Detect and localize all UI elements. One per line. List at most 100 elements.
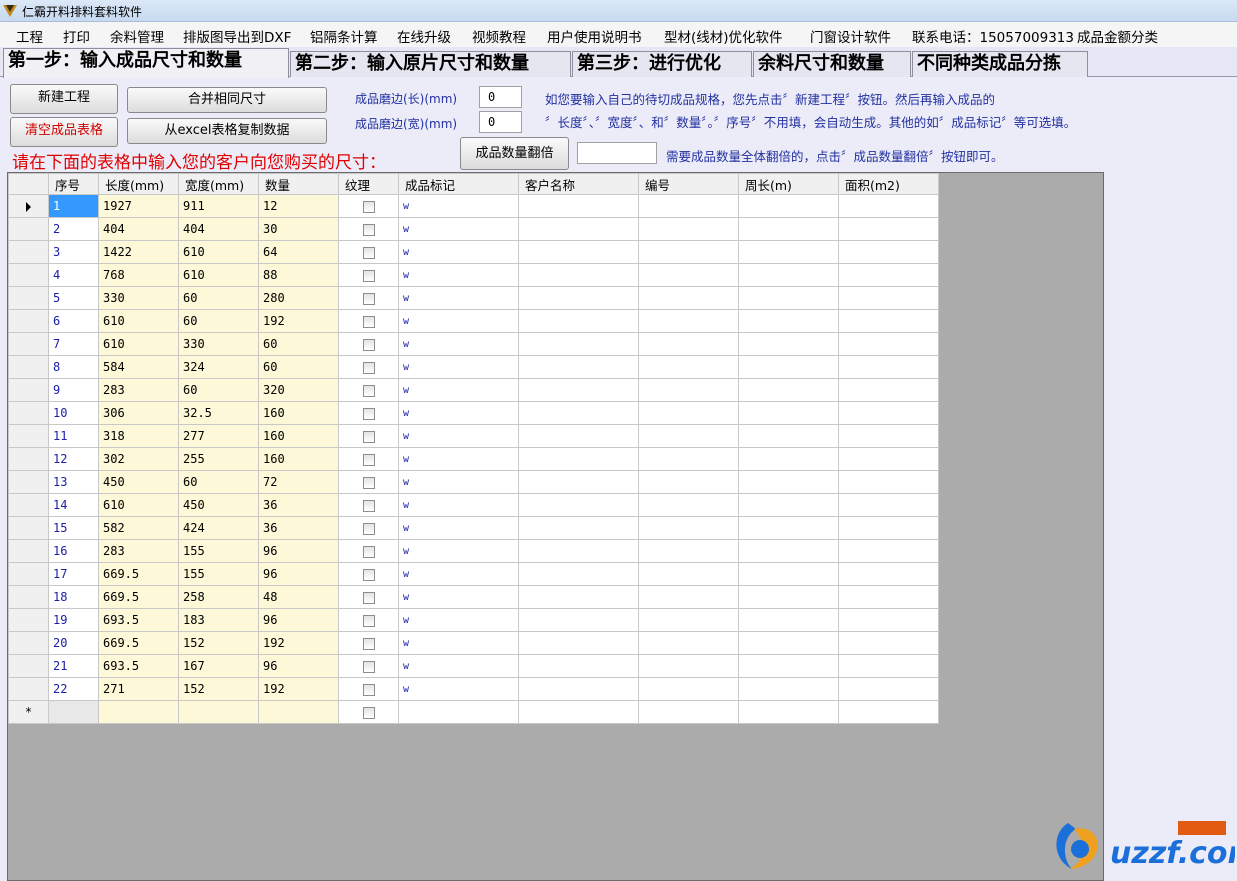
cell-length[interactable]: 584 [98, 355, 179, 379]
cell-index[interactable]: 14 [48, 493, 99, 517]
cell-grain[interactable] [338, 401, 399, 425]
cell-mark[interactable] [398, 700, 519, 724]
cell-mark[interactable]: w [398, 562, 519, 586]
cell-index[interactable]: 1 [48, 194, 99, 218]
col-header-grain[interactable]: 纹理 [338, 173, 399, 195]
cell-width[interactable]: 255 [178, 447, 259, 471]
cell-width[interactable]: 155 [178, 539, 259, 563]
row-header[interactable] [8, 240, 49, 264]
cell-grain[interactable] [338, 332, 399, 356]
table-row[interactable]: 16 283 155 96 w [8, 539, 939, 563]
cell-grain[interactable] [338, 562, 399, 586]
cell-index[interactable]: 19 [48, 608, 99, 632]
checkbox-icon[interactable] [362, 568, 375, 581]
cell-mark[interactable]: w [398, 493, 519, 517]
cell-customer[interactable] [518, 539, 639, 563]
cell-mark[interactable]: w [398, 332, 519, 356]
cell-customer[interactable] [518, 516, 639, 540]
tab-step2[interactable]: 第二步：输入原片尺寸和数量 [290, 51, 571, 77]
cell-customer[interactable] [518, 608, 639, 632]
cell-grain[interactable] [338, 194, 399, 218]
cell-quantity[interactable]: 36 [258, 516, 339, 540]
cell-grain[interactable] [338, 493, 399, 517]
cell-index[interactable]: 17 [48, 562, 99, 586]
cell-mark[interactable]: w [398, 217, 519, 241]
cell-perimeter[interactable] [738, 263, 839, 287]
cell-quantity[interactable]: 96 [258, 539, 339, 563]
cell-quantity[interactable] [258, 700, 339, 724]
cell-perimeter[interactable] [738, 378, 839, 402]
row-header[interactable] [8, 493, 49, 517]
tab-remnant[interactable]: 余料尺寸和数量 [753, 51, 911, 77]
cell-width[interactable]: 60 [178, 470, 259, 494]
cell-index[interactable]: 2 [48, 217, 99, 241]
cell-area[interactable] [838, 470, 939, 494]
cell-area[interactable] [838, 562, 939, 586]
cell-width[interactable]: 155 [178, 562, 259, 586]
cell-code[interactable] [638, 263, 739, 287]
table-row[interactable]: 18 669.5 258 48 w [8, 585, 939, 609]
cell-area[interactable] [838, 355, 939, 379]
row-header[interactable] [8, 378, 49, 402]
cell-customer[interactable] [518, 447, 639, 471]
menu-manual[interactable]: 用户使用说明书 [547, 26, 642, 46]
table-row[interactable]: 17 669.5 155 96 w [8, 562, 939, 586]
cell-index[interactable]: 18 [48, 585, 99, 609]
cell-quantity[interactable]: 48 [258, 585, 339, 609]
row-header[interactable] [8, 562, 49, 586]
cell-area[interactable] [838, 401, 939, 425]
tab-sorting[interactable]: 不同种类成品分拣 [912, 51, 1088, 77]
cell-mark[interactable]: w [398, 309, 519, 333]
cell-width[interactable]: 152 [178, 631, 259, 655]
menu-video[interactable]: 视频教程 [472, 26, 526, 46]
cell-quantity[interactable]: 72 [258, 470, 339, 494]
cell-index[interactable]: 8 [48, 355, 99, 379]
cell-customer[interactable] [518, 263, 639, 287]
edge-width-input[interactable]: 0 [479, 111, 522, 133]
cell-quantity[interactable]: 96 [258, 608, 339, 632]
table-row[interactable]: 6 610 60 192 w [8, 309, 939, 333]
table-row[interactable]: 7 610 330 60 w [8, 332, 939, 356]
cell-grain[interactable] [338, 677, 399, 701]
cell-grain[interactable] [338, 424, 399, 448]
cell-index[interactable]: 13 [48, 470, 99, 494]
cell-length[interactable]: 669.5 [98, 631, 179, 655]
table-row[interactable]: 3 1422 610 64 w [8, 240, 939, 264]
cell-length[interactable]: 610 [98, 493, 179, 517]
table-row[interactable]: 2 404 404 30 w [8, 217, 939, 241]
cell-customer[interactable] [518, 309, 639, 333]
cell-customer[interactable] [518, 677, 639, 701]
cell-mark[interactable]: w [398, 378, 519, 402]
cell-perimeter[interactable] [738, 539, 839, 563]
cell-length[interactable]: 283 [98, 378, 179, 402]
cell-length[interactable]: 306 [98, 401, 179, 425]
cell-quantity[interactable]: 60 [258, 355, 339, 379]
cell-mark[interactable]: w [398, 447, 519, 471]
cell-code[interactable] [638, 194, 739, 218]
copy-from-excel-button[interactable]: 从excel表格复制数据 [127, 118, 327, 144]
clear-table-button[interactable]: 清空成品表格 [10, 117, 118, 147]
cell-grain[interactable] [338, 309, 399, 333]
cell-mark[interactable]: w [398, 424, 519, 448]
cell-mark[interactable]: w [398, 240, 519, 264]
cell-code[interactable] [638, 355, 739, 379]
cell-mark[interactable]: w [398, 355, 519, 379]
checkbox-icon[interactable] [362, 499, 375, 512]
menu-print[interactable]: 打印 [63, 26, 90, 46]
cell-index[interactable]: 7 [48, 332, 99, 356]
table-row[interactable]: 5 330 60 280 w [8, 286, 939, 310]
cell-index[interactable]: 22 [48, 677, 99, 701]
cell-grain[interactable] [338, 286, 399, 310]
cell-code[interactable] [638, 585, 739, 609]
table-row[interactable]: 13 450 60 72 w [8, 470, 939, 494]
cell-width[interactable]: 32.5 [178, 401, 259, 425]
row-header[interactable] [8, 309, 49, 333]
checkbox-icon[interactable] [362, 545, 375, 558]
cell-customer[interactable] [518, 424, 639, 448]
cell-customer[interactable] [518, 470, 639, 494]
cell-grain[interactable] [338, 355, 399, 379]
cell-customer[interactable] [518, 286, 639, 310]
cell-perimeter[interactable] [738, 217, 839, 241]
table-row[interactable]: 8 584 324 60 w [8, 355, 939, 379]
table-row[interactable]: 21 693.5 167 96 w [8, 654, 939, 678]
